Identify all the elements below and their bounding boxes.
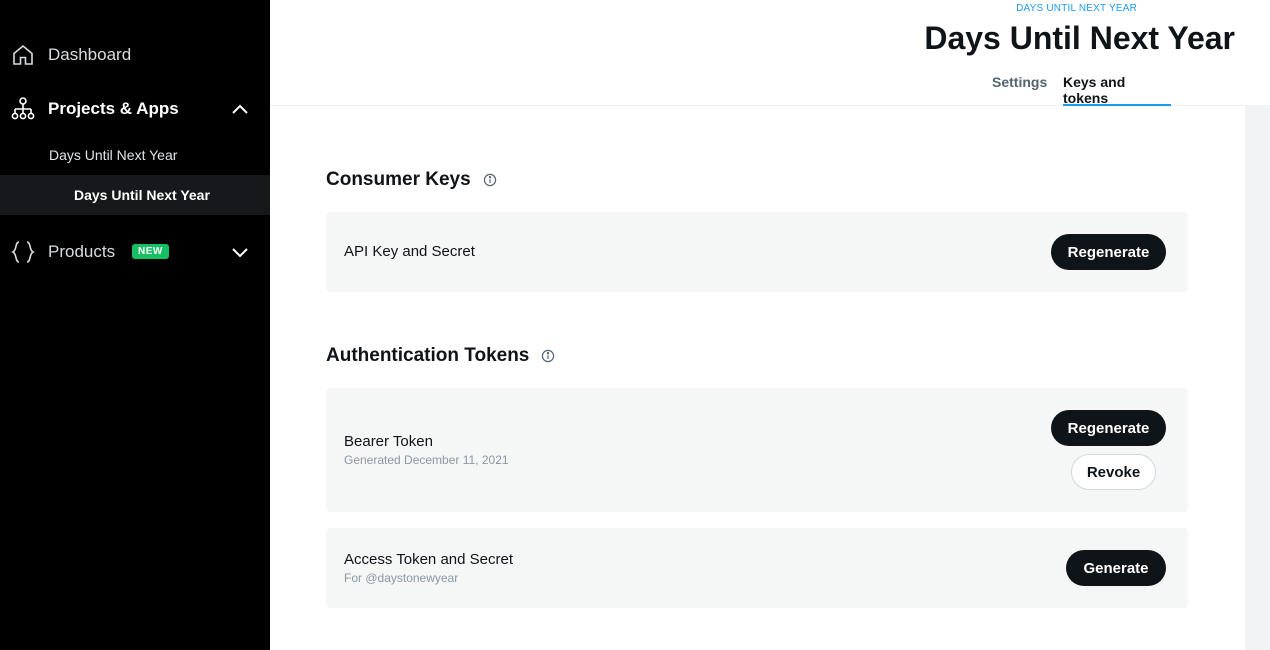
sidebar-item-label: Dashboard (48, 45, 132, 64)
revoke-bearer-button[interactable]: Revoke (1071, 454, 1156, 490)
api-key-card: API Key and Secret Regenerate (326, 212, 1188, 292)
sidebar-item-label: Projects & Apps (48, 99, 179, 118)
breadcrumb: DAYS UNTIL NEXT YEAR (1016, 3, 1137, 14)
chevron-down-icon[interactable] (230, 242, 250, 262)
bearer-token-card: Bearer Token Generated December 11, 2021… (326, 388, 1188, 512)
chevron-up-icon[interactable] (230, 99, 250, 119)
sitemap-icon (10, 96, 36, 122)
regenerate-api-key-button[interactable]: Regenerate (1051, 234, 1166, 270)
page-title: Days Until Next Year (924, 20, 1235, 56)
auth-tokens-heading: Authentication Tokens (326, 345, 555, 367)
main-content: Consumer Keys API Key and Secret Regener… (270, 106, 1245, 650)
bearer-token-date: Generated December 11, 2021 (344, 453, 509, 467)
access-token-card: Access Token and Secret For @daystonewye… (326, 528, 1188, 608)
new-badge: NEW (132, 244, 169, 259)
generate-access-token-button[interactable]: Generate (1066, 550, 1166, 586)
section-title: Authentication Tokens (326, 345, 530, 366)
sidebar-item-label: Products (48, 242, 116, 261)
consumer-keys-heading: Consumer Keys (326, 169, 497, 191)
api-key-label: API Key and Secret (344, 243, 475, 260)
page-header: DAYS UNTIL NEXT YEAR Days Until Next Yea… (270, 0, 1270, 106)
sidebar-item-app[interactable]: Days Until Next Year (0, 175, 270, 215)
tab-settings[interactable]: Settings (992, 74, 1047, 106)
sidebar-item-projects[interactable]: Projects & Apps (0, 90, 270, 128)
home-icon (10, 42, 36, 68)
sidebar-item-project[interactable]: Days Until Next Year (0, 140, 270, 170)
sidebar-item-dashboard[interactable]: Dashboard (0, 38, 270, 72)
info-icon[interactable] (483, 173, 497, 187)
regenerate-bearer-button[interactable]: Regenerate (1051, 410, 1166, 446)
section-title: Consumer Keys (326, 169, 471, 190)
tab-keys-and-tokens[interactable]: Keys and tokens (1063, 74, 1171, 106)
info-icon[interactable] (541, 349, 555, 363)
sidebar-item-products[interactable]: Products NEW (0, 234, 270, 270)
curly-braces-icon (10, 239, 36, 265)
access-token-label: Access Token and Secret (344, 551, 513, 568)
scrollbar-track[interactable] (1245, 106, 1270, 650)
app-name: Days Until Next Year (74, 187, 210, 203)
project-name: Days Until Next Year (49, 147, 178, 163)
access-token-handle: For @daystonewyear (344, 571, 459, 585)
sidebar: Dashboard Projects & Apps Days Until Nex… (0, 0, 270, 650)
bearer-token-label: Bearer Token (344, 433, 433, 450)
